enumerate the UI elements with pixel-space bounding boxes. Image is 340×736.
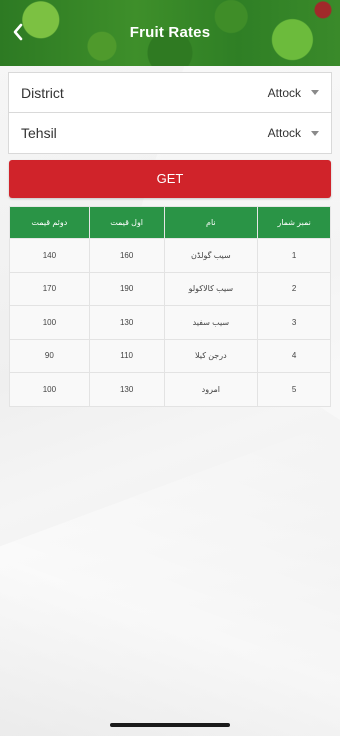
table-cell: سیب سفید	[163, 305, 259, 340]
table-cell: 140	[9, 238, 90, 273]
tehsil-value: Attock	[267, 126, 301, 140]
app-header: Fruit Rates	[0, 0, 340, 66]
table-cell: 160	[88, 238, 165, 273]
tehsil-select[interactable]: Tehsil Attock	[9, 113, 331, 153]
column-header: اول قیمت	[88, 206, 165, 239]
table-cell: سیب گولڈن	[163, 238, 259, 273]
table-cell: 2	[257, 271, 331, 306]
table-header-row: دوئم قیمت اول قیمت نام نمبر شمار	[9, 206, 331, 239]
table-cell: امرود	[163, 372, 259, 407]
table-cell: 4	[257, 338, 331, 373]
table-row: 90 110 درجن کیلا 4	[9, 338, 331, 373]
table-cell: 190	[88, 271, 165, 306]
table-row: 170 190 سیب کالاکولو 2	[9, 271, 331, 306]
table-cell: 1	[257, 238, 331, 273]
home-indicator[interactable]	[110, 723, 230, 727]
table-row: 100 130 امرود 5	[9, 372, 331, 407]
caret-down-icon	[311, 90, 319, 95]
table-cell: 5	[257, 372, 331, 407]
table-cell: 100	[9, 372, 90, 407]
table-row: 100 130 سیب سفید 3	[9, 305, 331, 340]
table-cell: 110	[88, 338, 165, 373]
district-select[interactable]: District Attock	[9, 73, 331, 113]
table-cell: درجن کیلا	[163, 338, 259, 373]
column-header: دوئم قیمت	[9, 206, 90, 239]
caret-down-icon	[311, 130, 319, 136]
background-shape	[0, 420, 340, 736]
page-title: Fruit Rates	[129, 24, 211, 41]
district-value: Attock	[267, 85, 301, 100]
table-cell: 90	[9, 338, 90, 373]
table-cell: 170	[9, 271, 90, 306]
table-cell: 130	[88, 305, 165, 340]
table-cell: 130	[88, 372, 165, 407]
column-header: نمبر شمار	[257, 206, 331, 239]
rates-table: دوئم قیمت اول قیمت نام نمبر شمار 140 160…	[9, 206, 331, 407]
table-cell: 3	[257, 305, 331, 340]
table-row: 140 160 سیب گولڈن 1	[9, 238, 331, 273]
table-cell: سیب کالاکولو	[163, 271, 259, 306]
table-cell: 100	[9, 305, 90, 340]
tehsil-label: Tehsil	[21, 125, 57, 141]
filter-form: District Attock Tehsil Attock	[8, 72, 332, 154]
district-label: District	[21, 84, 64, 101]
get-button[interactable]: GET	[9, 160, 331, 198]
column-header: نام	[163, 206, 259, 239]
